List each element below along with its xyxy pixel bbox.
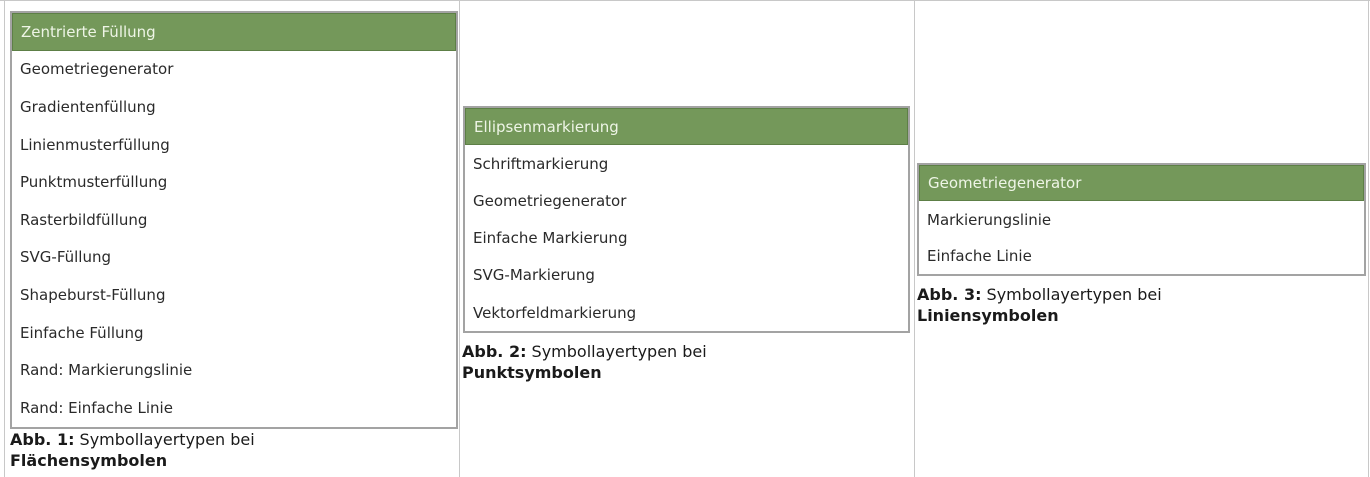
list-item[interactable]: Geometriegenerator: [12, 51, 456, 89]
list-item[interactable]: Markierungslinie: [919, 201, 1364, 237]
caption-label: Abb. 3:: [917, 285, 982, 304]
list-item[interactable]: Geometriegenerator: [465, 182, 908, 219]
table-cell-line-symbols: Geometriegenerator Markierungslinie Einf…: [915, 1, 1369, 477]
list-item[interactable]: Ellipsenmarkierung: [465, 108, 908, 146]
symbol-layer-type-list-point: Ellipsenmarkierung Schriftmarkierung Geo…: [463, 106, 910, 333]
caption-label: Abb. 1:: [10, 430, 75, 449]
list-item[interactable]: Rand: Markierungslinie: [12, 351, 456, 389]
figure-caption-2: Abb. 2: Symbollayertypen bei Punktsymbol…: [462, 341, 707, 383]
list-item[interactable]: Vektorfeldmarkierung: [465, 294, 908, 331]
list-item[interactable]: Zentrierte Füllung: [12, 13, 456, 51]
caption-text: Symbollayertypen bei: [981, 285, 1162, 304]
list-item[interactable]: Einfache Markierung: [465, 220, 908, 257]
caption-text: Symbollayertypen bei: [74, 430, 255, 449]
figure-caption-3: Abb. 3: Symbollayertypen bei Liniensymbo…: [917, 284, 1162, 326]
list-item[interactable]: Linienmusterfüllung: [12, 126, 456, 164]
list-item[interactable]: Einfache Füllung: [12, 314, 456, 352]
caption-bold-text: Punktsymbolen: [462, 363, 602, 382]
list-item[interactable]: Gradientenfüllung: [12, 88, 456, 126]
list-item[interactable]: Rasterbildfüllung: [12, 201, 456, 239]
caption-text: Symbollayertypen bei: [526, 342, 707, 361]
list-item[interactable]: SVG-Markierung: [465, 257, 908, 294]
list-item[interactable]: Shapeburst-Füllung: [12, 276, 456, 314]
figure-table: Zentrierte Füllung Geometriegenerator Gr…: [0, 0, 1370, 477]
caption-bold-text: Liniensymbolen: [917, 306, 1059, 325]
table-cell-point-symbols: Ellipsenmarkierung Schriftmarkierung Geo…: [460, 1, 915, 477]
list-item[interactable]: Rand: Einfache Linie: [12, 389, 456, 427]
table-cell-area-symbols: Zentrierte Füllung Geometriegenerator Gr…: [4, 1, 460, 477]
list-item[interactable]: Einfache Linie: [919, 238, 1364, 274]
list-item[interactable]: Geometriegenerator: [919, 165, 1364, 202]
figure-caption-1: Abb. 1: Symbollayertypen bei Flächensymb…: [10, 429, 255, 471]
caption-label: Abb. 2:: [462, 342, 527, 361]
symbol-layer-type-list-line: Geometriegenerator Markierungslinie Einf…: [917, 163, 1366, 276]
list-item[interactable]: Punktmusterfüllung: [12, 163, 456, 201]
list-item[interactable]: SVG-Füllung: [12, 239, 456, 277]
caption-bold-text: Flächensymbolen: [10, 451, 168, 470]
list-item[interactable]: Schriftmarkierung: [465, 145, 908, 182]
symbol-layer-type-list-area: Zentrierte Füllung Geometriegenerator Gr…: [10, 11, 458, 429]
